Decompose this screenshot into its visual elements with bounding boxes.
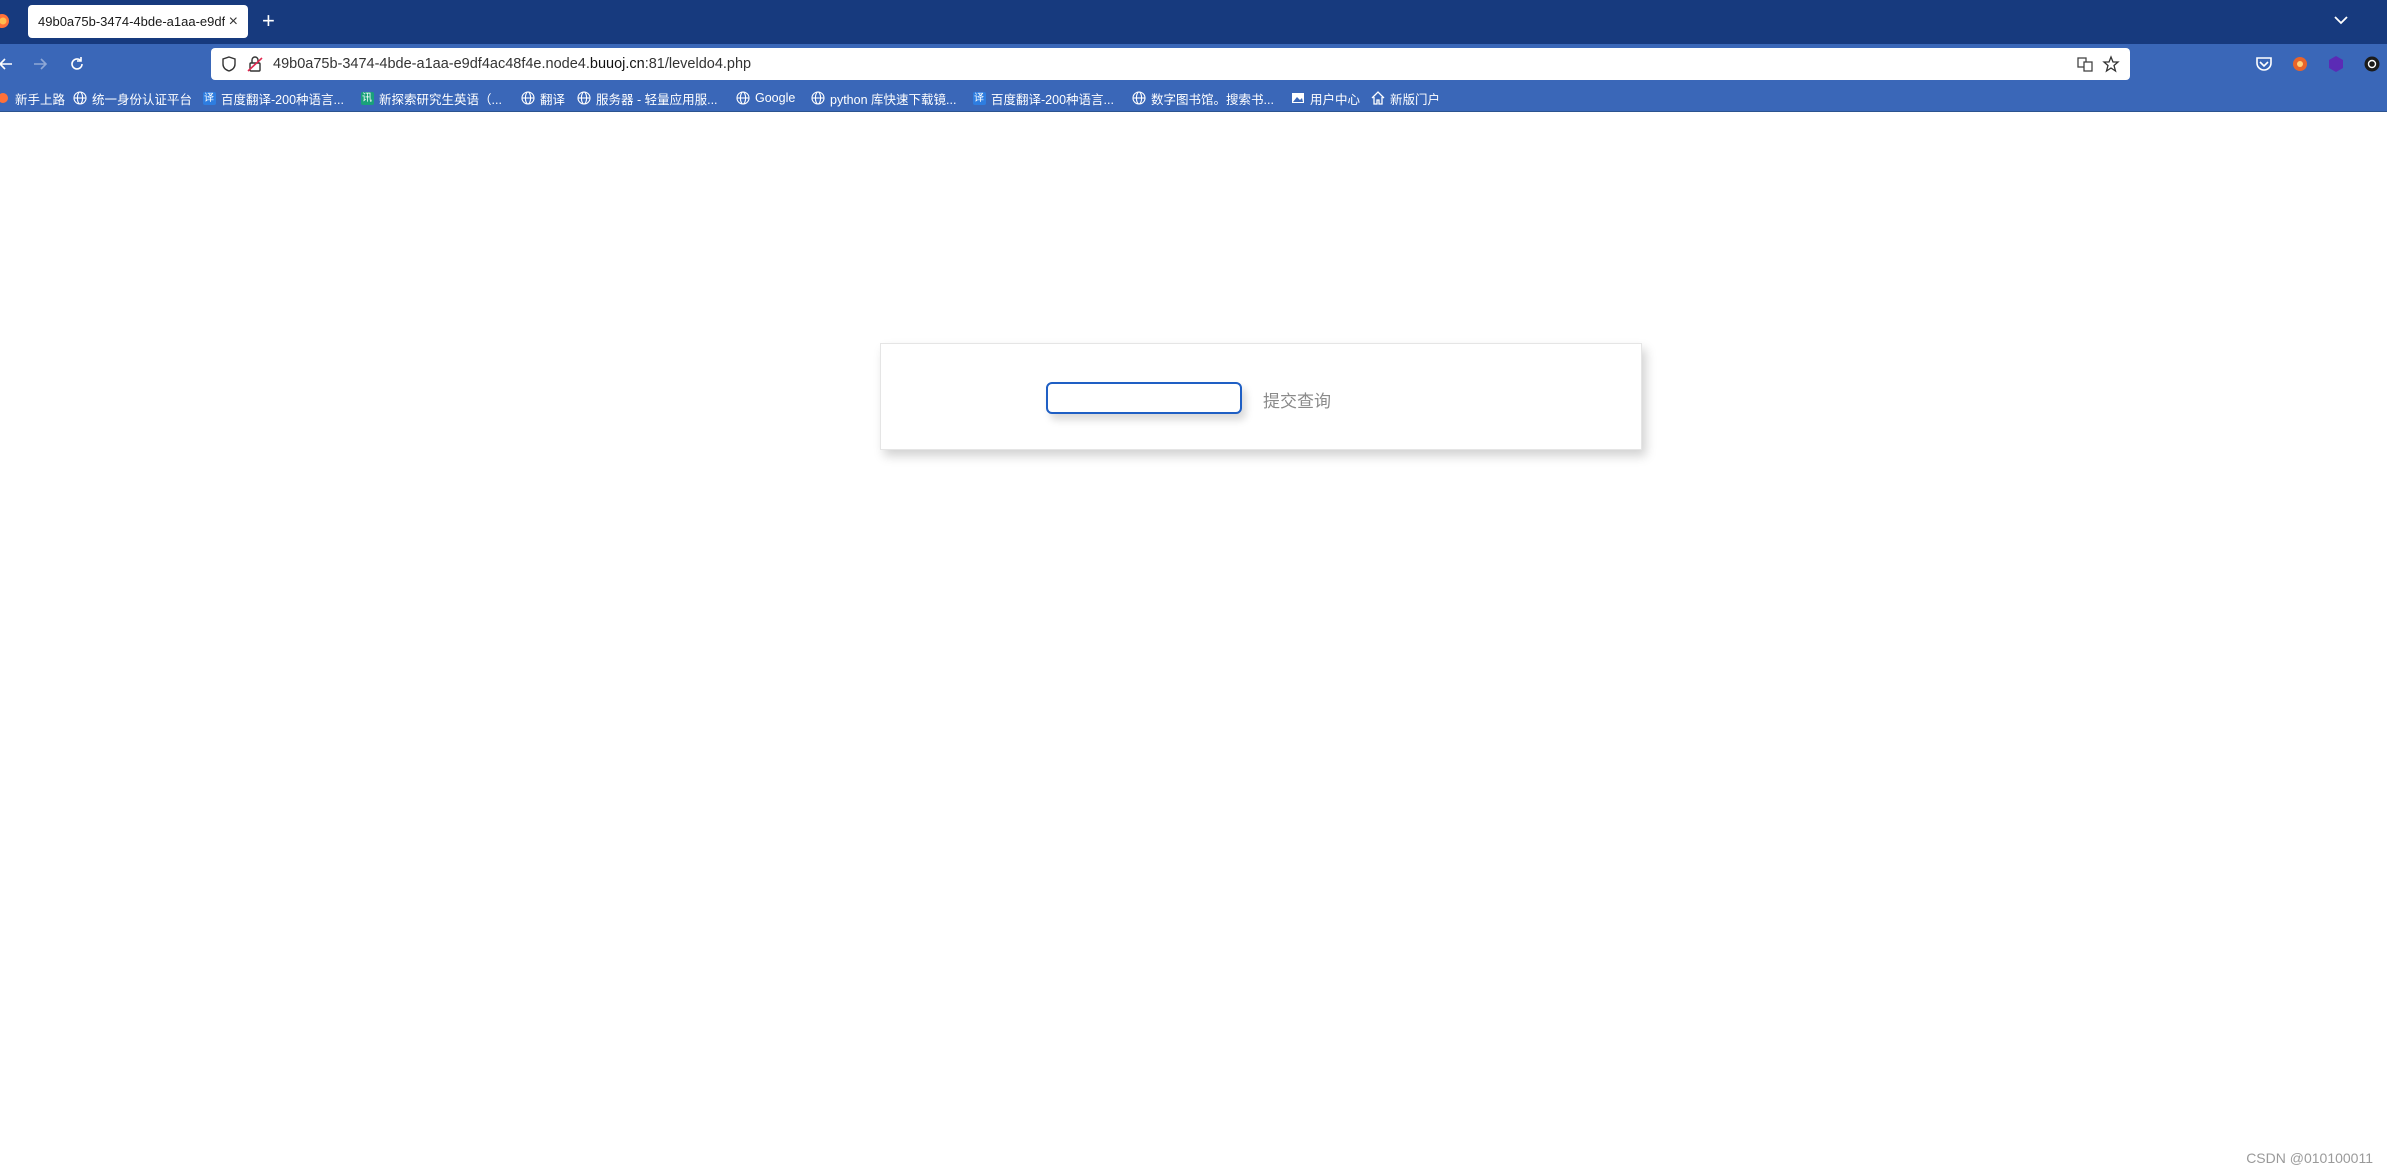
bookmark-item[interactable]: 译 百度翻译-200种语言... (972, 84, 1114, 112)
bookmark-item[interactable]: 数字图书馆。搜索书... (1132, 84, 1274, 112)
bookmark-label: 统一身份认证平台 (92, 92, 193, 107)
url-text[interactable]: 49b0a75b-3474-4bde-a1aa-e9df4ac48f4e.nod… (273, 48, 751, 80)
tab-bar: 49b0a75b-3474-4bde-a1aa-e9df4ac48f4e.nod… (0, 0, 2387, 44)
bookmark-label: 百度翻译-200种语言... (991, 92, 1114, 107)
bookmark-item[interactable]: 统一身份认证平台 (73, 84, 192, 112)
bookmark-item[interactable]: 翻译 (521, 84, 565, 112)
submit-query-button[interactable]: 提交查询 (1261, 384, 1333, 414)
globe-icon (736, 91, 750, 105)
bookmark-label: 百度翻译-200种语言... (221, 92, 344, 107)
globe-icon (577, 91, 591, 105)
tab-close-icon[interactable]: × (229, 13, 238, 31)
bookmark-item[interactable]: 服务器 - 轻量应用服... (577, 84, 718, 112)
globe-icon (521, 91, 535, 105)
firefox-icon (0, 91, 10, 105)
bookmark-label: 新版门户 (1390, 92, 1441, 107)
bookmark-label: 新探索研究生英语（... (379, 92, 502, 107)
bookmark-label: 翻译 (540, 92, 566, 107)
bookmark-item[interactable]: Google (736, 84, 795, 112)
watermark: CSDN @010100011 (2246, 1150, 2373, 1166)
back-arrow-icon (0, 58, 12, 70)
extension-round-icon[interactable] (2362, 54, 2382, 74)
insecure-lock-icon[interactable] (246, 55, 264, 73)
globe-icon (811, 91, 825, 105)
translate-page-icon[interactable] (2076, 55, 2094, 73)
bookmark-label: 新手上路 (15, 92, 66, 107)
bookmark-label: 数字图书馆。搜索书... (1151, 92, 1274, 107)
home-icon (1371, 91, 1385, 105)
tab-title: 49b0a75b-3474-4bde-a1aa-e9df4ac48f4e.nod… (38, 14, 225, 29)
url-suffix: :81/leveldo4.php (644, 56, 752, 72)
new-tab-button[interactable]: + (262, 8, 275, 34)
pocket-icon[interactable] (2254, 54, 2274, 74)
globe-icon (1132, 91, 1146, 105)
url-host: buuoj.cn (589, 56, 645, 72)
extension-cube-icon[interactable] (2326, 54, 2346, 74)
address-bar[interactable]: 49b0a75b-3474-4bde-a1aa-e9df4ac48f4e.nod… (211, 48, 2130, 80)
list-all-tabs-icon[interactable] (2333, 10, 2349, 30)
bookmark-label: python 库快速下载镜... (830, 92, 957, 107)
firefox-icon (0, 14, 9, 28)
bookmark-item[interactable]: 用户中心 (1291, 84, 1360, 112)
forward-arrow-icon (34, 58, 48, 70)
bookmark-item[interactable]: 讯 新探索研究生英语（... (360, 84, 502, 112)
book-icon: 讯 (360, 91, 374, 105)
image-icon (1291, 91, 1305, 105)
bookmarks-toolbar: 新手上路 统一身份认证平台 译 百度翻译-200种语言... 讯 新探索研究生英… (0, 84, 2387, 112)
nav-toolbar: 49b0a75b-3474-4bde-a1aa-e9df4ac48f4e.nod… (0, 44, 2387, 84)
globe-icon (73, 91, 87, 105)
shield-icon[interactable] (220, 55, 238, 73)
bookmark-item[interactable]: 译 百度翻译-200种语言... (202, 84, 344, 112)
extension-fox-icon[interactable] (2290, 54, 2310, 74)
forward-button[interactable] (28, 52, 52, 76)
reload-button[interactable] (65, 52, 89, 76)
tab-active[interactable]: 49b0a75b-3474-4bde-a1aa-e9df4ac48f4e.nod… (28, 5, 248, 38)
bookmark-item[interactable]: python 库快速下载镜... (811, 84, 956, 112)
query-input[interactable] (1046, 382, 1242, 414)
translate-icon: 译 (202, 91, 216, 105)
bookmark-label: Google (755, 91, 796, 105)
query-form-card: 提交查询 (880, 343, 1642, 450)
back-button[interactable] (0, 52, 18, 76)
bookmark-item[interactable]: 新版门户 (1371, 84, 1440, 112)
reload-icon (71, 57, 83, 70)
translate-icon: 译 (972, 91, 986, 105)
bookmark-star-icon[interactable] (2102, 55, 2120, 73)
bookmark-label: 用户中心 (1310, 92, 1361, 107)
url-prefix: 49b0a75b-3474-4bde-a1aa-e9df4ac48f4e.nod… (273, 56, 590, 72)
bookmark-item[interactable]: 新手上路 (0, 84, 65, 112)
bookmark-label: 服务器 - 轻量应用服... (596, 92, 718, 107)
